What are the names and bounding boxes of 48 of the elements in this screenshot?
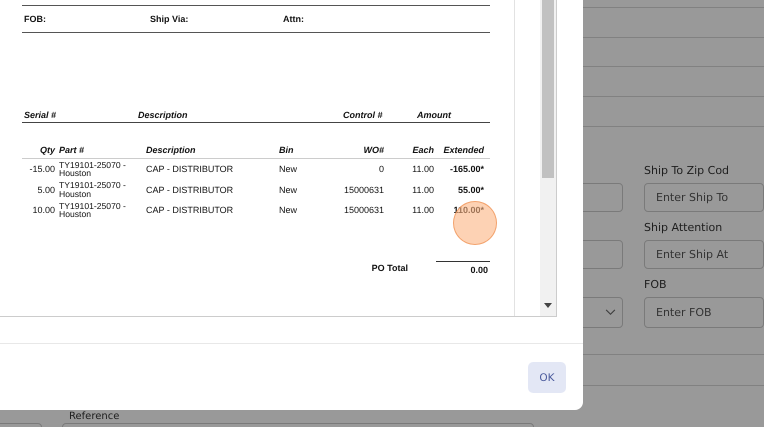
input-field[interactable]: Enter Ship At bbox=[644, 240, 764, 269]
field-label: Ship Attention bbox=[644, 220, 724, 236]
table-cell-text: -165.00* bbox=[448, 164, 484, 174]
column-header: Qty bbox=[38, 145, 55, 155]
ok-button[interactable]: OK bbox=[528, 362, 566, 393]
column-header: Control # bbox=[343, 110, 384, 120]
column-header: Part # bbox=[58, 145, 86, 155]
table-cell-text: CAP - DISTRIBUTOR bbox=[145, 164, 234, 174]
click-marker bbox=[453, 201, 497, 245]
table-cell-text: TY19101-25070 - Houston bbox=[58, 160, 127, 178]
column-header: Amount bbox=[417, 110, 451, 120]
table-cell-text: 15000631 bbox=[342, 184, 384, 195]
table-cell-text: 11.00 bbox=[411, 205, 434, 216]
table-cell-text: 5.00 bbox=[36, 184, 55, 195]
input-field[interactable]: Enter FOB bbox=[644, 297, 764, 328]
column-header: Serial # bbox=[24, 110, 58, 120]
table-cell-text: 15000631 bbox=[342, 205, 384, 216]
table-cell-text: -15.00 bbox=[28, 164, 55, 174]
field-label: FOB bbox=[644, 277, 668, 293]
scroll-down-icon[interactable] bbox=[544, 303, 552, 308]
table-cell-text: 10.00 bbox=[31, 205, 55, 216]
column-header: Bin bbox=[278, 145, 294, 155]
table-cell-text: 11.00 bbox=[411, 164, 434, 174]
table-cell-text: New bbox=[278, 205, 298, 216]
table-cell-text: CAP - DISTRIBUTOR bbox=[145, 184, 234, 195]
table-cell-text: TY19101-25070 - Houston bbox=[58, 181, 127, 198]
input-field[interactable]: Enter Ship To bbox=[644, 183, 764, 212]
table-cell-text: 0 bbox=[378, 164, 384, 174]
column-header: Description bbox=[138, 110, 189, 120]
field-label: Ship To Zip Cod bbox=[644, 163, 730, 179]
scrollbar[interactable] bbox=[540, 0, 556, 316]
chevron-down-icon bbox=[605, 309, 616, 316]
field-label: Attn: bbox=[283, 14, 304, 24]
column-header: WO# bbox=[362, 145, 384, 155]
table-cell-text: New bbox=[278, 184, 298, 195]
table-cell-text: 55.00* bbox=[456, 184, 484, 195]
total-label: PO Total bbox=[372, 262, 408, 272]
table-cell-text: CAP - DISTRIBUTOR bbox=[145, 205, 234, 216]
column-header: Extended bbox=[442, 145, 484, 155]
table-cell-text: 11.00 bbox=[411, 184, 434, 195]
total-value: 0.00 bbox=[436, 260, 490, 274]
field-label: Ship Via: bbox=[150, 14, 190, 24]
table-cell-text: TY19101-25070 - Houston bbox=[58, 202, 127, 219]
table-cell-text: New bbox=[278, 164, 298, 174]
column-header: Each bbox=[411, 145, 434, 155]
field-label: FOB: bbox=[24, 14, 47, 24]
field-label: Reference bbox=[69, 411, 120, 422]
column-header: Description bbox=[145, 145, 197, 155]
